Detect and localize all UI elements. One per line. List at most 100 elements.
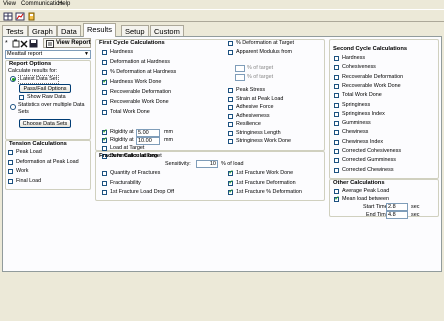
start-time-input[interactable]: 2.8 bbox=[386, 203, 408, 211]
menu-communication[interactable]: Communication bbox=[21, 1, 63, 7]
first-cycle-item-checkbox[interactable] bbox=[102, 90, 107, 95]
first-cycle-col2-tail-item-label: Peak Stress bbox=[236, 87, 266, 93]
menu-help[interactable]: Help bbox=[58, 1, 70, 7]
second-cycle-item-label: Hardness bbox=[342, 55, 366, 61]
tension-item-checkbox[interactable] bbox=[8, 150, 13, 155]
second-cycle-item-checkbox[interactable] bbox=[334, 167, 339, 173]
first-cycle-item-checkbox[interactable] bbox=[102, 70, 107, 75]
show-raw-label: Show Raw Data bbox=[27, 94, 66, 100]
first-cycle-item-checkbox[interactable] bbox=[102, 78, 108, 85]
rigidity2-unit: mm bbox=[164, 137, 173, 143]
first-cycle-col2-tail-item-checkbox[interactable] bbox=[228, 113, 233, 119]
fracture-item-label: 1st Fracture Work Done bbox=[236, 170, 294, 176]
modulus-to-input[interactable] bbox=[235, 74, 245, 81]
fracture-item-checkbox[interactable] bbox=[228, 179, 234, 186]
second-cycle-heading: Second Cycle Calculations bbox=[333, 46, 408, 52]
first-cycle-col2-item-label: Apparent Modulus from bbox=[236, 49, 293, 55]
tension-item-checkbox[interactable] bbox=[8, 169, 13, 174]
fracture-item-label: Fracturability bbox=[110, 179, 141, 186]
second-cycle-item-checkbox[interactable] bbox=[334, 158, 339, 164]
chart-icon[interactable] bbox=[14, 11, 25, 21]
first-cycle-col2-tail-item-label: Stringiness Work Done bbox=[236, 138, 292, 144]
second-cycle-item-checkbox[interactable] bbox=[334, 111, 339, 117]
fracture-item-label: 1st Fracture Deformation bbox=[236, 179, 296, 186]
first-cycle-col2-item-label: % Deformation at Target bbox=[236, 40, 295, 46]
tension-item-label: Deformation at Peak Load bbox=[16, 158, 79, 165]
fracture-item-label: 1st Fracture % Deformation bbox=[236, 189, 302, 195]
pass-fail-button[interactable]: Pass/Fail Options bbox=[19, 84, 71, 93]
first-cycle-item-checkbox[interactable] bbox=[102, 60, 107, 65]
modulus-from-label: % of target bbox=[247, 65, 274, 71]
second-cycle-item-checkbox[interactable] bbox=[334, 121, 339, 127]
fracture-item-checkbox[interactable] bbox=[102, 171, 107, 176]
modulus-from-input[interactable] bbox=[235, 65, 245, 72]
first-cycle-col2-item-checkbox[interactable] bbox=[228, 41, 233, 46]
rigidity1-input[interactable]: 5.00 bbox=[136, 129, 160, 137]
fracture-item-checkbox[interactable] bbox=[102, 190, 107, 195]
probe-icon[interactable] bbox=[26, 11, 36, 21]
fracture-item-checkbox[interactable] bbox=[102, 180, 107, 186]
show-raw-checkbox[interactable] bbox=[19, 95, 24, 100]
tension-heading: Tension Calculations bbox=[9, 141, 67, 147]
grid-icon[interactable] bbox=[2, 11, 13, 21]
second-cycle-item-checkbox[interactable] bbox=[334, 65, 339, 71]
fracture-item-checkbox[interactable] bbox=[228, 169, 234, 176]
choose-data-sets-button[interactable]: Choose Data Sets bbox=[19, 119, 71, 128]
mean-load-checkbox[interactable] bbox=[334, 195, 340, 202]
end-time-input[interactable]: 4.8 bbox=[386, 211, 408, 219]
report-select[interactable]: Meattail report ▼ bbox=[5, 50, 91, 59]
first-cycle-col2-tail-item-checkbox[interactable] bbox=[228, 139, 233, 144]
second-cycle-item-checkbox[interactable] bbox=[334, 130, 339, 136]
tension-item-checkbox[interactable] bbox=[8, 178, 13, 184]
tab-results[interactable]: Results bbox=[83, 23, 117, 37]
tension-item-checkbox[interactable] bbox=[8, 159, 13, 165]
close-icon[interactable] bbox=[20, 39, 28, 48]
first-cycle-item-checkbox[interactable] bbox=[102, 110, 107, 115]
first-cycle-item-label: Hardness bbox=[110, 49, 134, 55]
rigidity2-input[interactable]: 10.00 bbox=[136, 137, 160, 145]
second-cycle-item-label: Recoverable Work Done bbox=[342, 82, 401, 89]
first-cycle-item-checkbox[interactable] bbox=[102, 100, 107, 105]
results-panel: * View Report Meattail report ▼ Report O… bbox=[2, 36, 442, 272]
second-cycle-item-checkbox[interactable] bbox=[334, 93, 339, 99]
first-cycle-col2-tail-item-label: Strain at Peak Load bbox=[236, 95, 284, 102]
first-cycle-item-checkbox[interactable] bbox=[102, 50, 107, 55]
second-cycle-item-label: Cohesiveness bbox=[342, 64, 376, 71]
stats-radio[interactable] bbox=[10, 104, 16, 110]
save-icon[interactable] bbox=[29, 39, 38, 48]
average-peak-checkbox[interactable] bbox=[334, 189, 339, 194]
first-cycle-col2-tail-item-label: Adhesiveness bbox=[236, 112, 270, 119]
latest-data-radio[interactable] bbox=[10, 76, 16, 82]
second-cycle-item-checkbox[interactable] bbox=[334, 83, 339, 89]
first-cycle-col2-item-checkbox[interactable] bbox=[228, 50, 233, 55]
end-time-unit: sec bbox=[411, 212, 420, 218]
fracture-heading: Fracture Calculations bbox=[99, 153, 159, 159]
first-cycle-col2-tail-item-checkbox[interactable] bbox=[228, 96, 233, 102]
report-select-value: Meattail report bbox=[7, 51, 43, 57]
rigidity1-checkbox[interactable] bbox=[102, 128, 108, 135]
second-cycle-item-checkbox[interactable] bbox=[334, 139, 339, 145]
second-cycle-item-checkbox[interactable] bbox=[334, 149, 339, 154]
second-cycle-item-checkbox[interactable] bbox=[334, 102, 339, 108]
sensitivity-input[interactable]: 10 bbox=[196, 160, 218, 168]
second-cycle-item-label: Recoverable Deformation bbox=[342, 73, 404, 80]
first-cycle-col2-tail-item-checkbox[interactable] bbox=[228, 130, 233, 136]
first-cycle-item-label: Deformation at Hardness bbox=[110, 59, 170, 65]
second-cycle-item-label: Corrected Cohesiveness bbox=[342, 148, 402, 154]
first-cycle-item-label: Recoverable Work Done bbox=[110, 99, 169, 105]
modulus-to-label: % of target bbox=[247, 74, 274, 80]
second-cycle-item-checkbox[interactable] bbox=[334, 74, 339, 80]
view-report-button[interactable]: View Report bbox=[43, 38, 91, 48]
second-cycle-item-checkbox[interactable] bbox=[334, 56, 339, 61]
menu-view[interactable]: View bbox=[3, 1, 16, 7]
view-report-label: View Report bbox=[56, 40, 91, 46]
rigidity2-checkbox[interactable] bbox=[102, 136, 108, 143]
chevron-down-icon[interactable]: ▼ bbox=[84, 51, 89, 58]
first-cycle-col2-tail-item-checkbox[interactable] bbox=[228, 105, 233, 110]
second-cycle-item-label: Corrected Gumminess bbox=[342, 157, 396, 164]
first-cycle-col2-tail-item-checkbox[interactable] bbox=[228, 122, 233, 127]
fracture-item-checkbox[interactable] bbox=[228, 188, 234, 195]
first-cycle-col2-tail-item-label: Adhesive Force bbox=[236, 104, 274, 110]
open-icon[interactable] bbox=[12, 39, 20, 48]
first-cycle-col2-tail-item-checkbox[interactable] bbox=[228, 88, 233, 93]
